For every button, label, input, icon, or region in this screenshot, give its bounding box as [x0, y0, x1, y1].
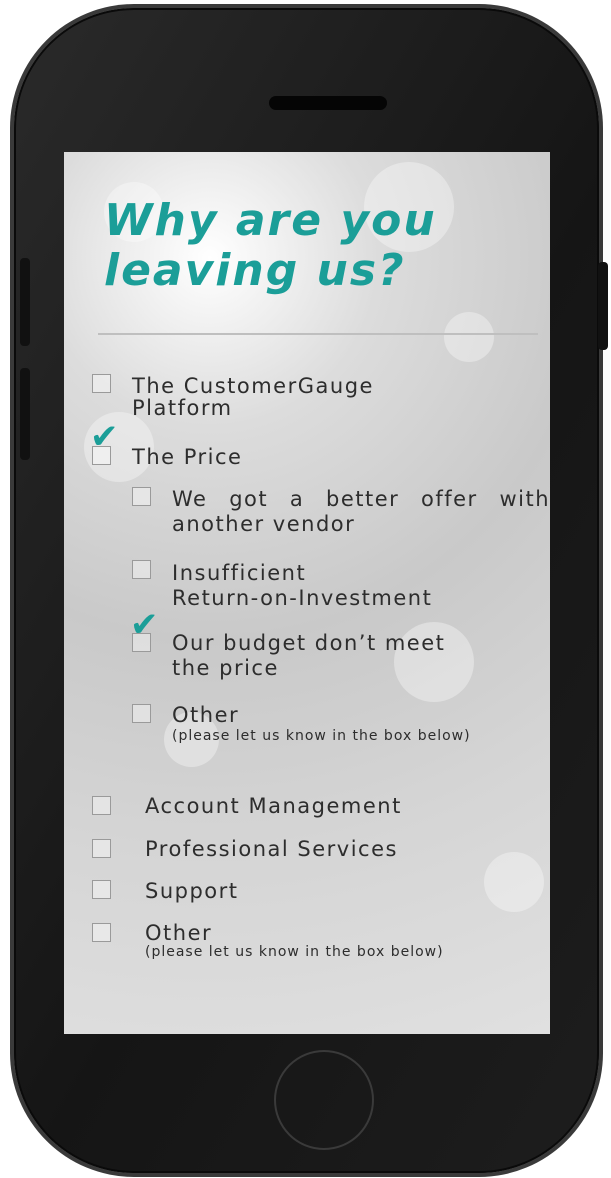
- option-customergauge-platform: The CustomerGauge Platform: [132, 374, 374, 420]
- option-the-price: The Price: [132, 445, 243, 469]
- option-other: Other (please let us know in the box bel…: [145, 921, 444, 960]
- checkbox-price-other[interactable]: [132, 704, 151, 723]
- checkmark-icon: ✔: [90, 417, 119, 457]
- checkbox-account-management[interactable]: [92, 796, 111, 815]
- option-budget: Our budget don’t meet the price: [172, 631, 446, 680]
- checkbox-other[interactable]: [92, 923, 111, 942]
- option-price-other: Other (please let us know in the box bel…: [172, 703, 471, 744]
- option-professional-services: Professional Services: [145, 837, 398, 861]
- option-better-offer: We got a better offer with another vendo…: [172, 487, 550, 536]
- title-divider: [98, 333, 538, 335]
- checkmark-icon: ✔: [130, 605, 159, 645]
- speaker-grille: [269, 96, 387, 110]
- option-account-management: Account Management: [145, 794, 402, 818]
- checkbox-professional-services[interactable]: [92, 839, 111, 858]
- side-button-right: [598, 262, 608, 350]
- side-button-left-lower: [20, 368, 30, 460]
- home-button[interactable]: [274, 1050, 374, 1150]
- checkbox-better-offer[interactable]: [132, 487, 151, 506]
- checkbox-insufficient-roi[interactable]: [132, 560, 151, 579]
- checkbox-customergauge-platform[interactable]: [92, 374, 111, 393]
- side-button-left-upper: [20, 258, 30, 346]
- survey-title: Why are you leaving us?: [104, 195, 437, 296]
- option-insufficient-roi: Insufficient Return-on-Investment: [172, 561, 433, 610]
- checkbox-support[interactable]: [92, 880, 111, 899]
- option-support: Support: [145, 879, 239, 903]
